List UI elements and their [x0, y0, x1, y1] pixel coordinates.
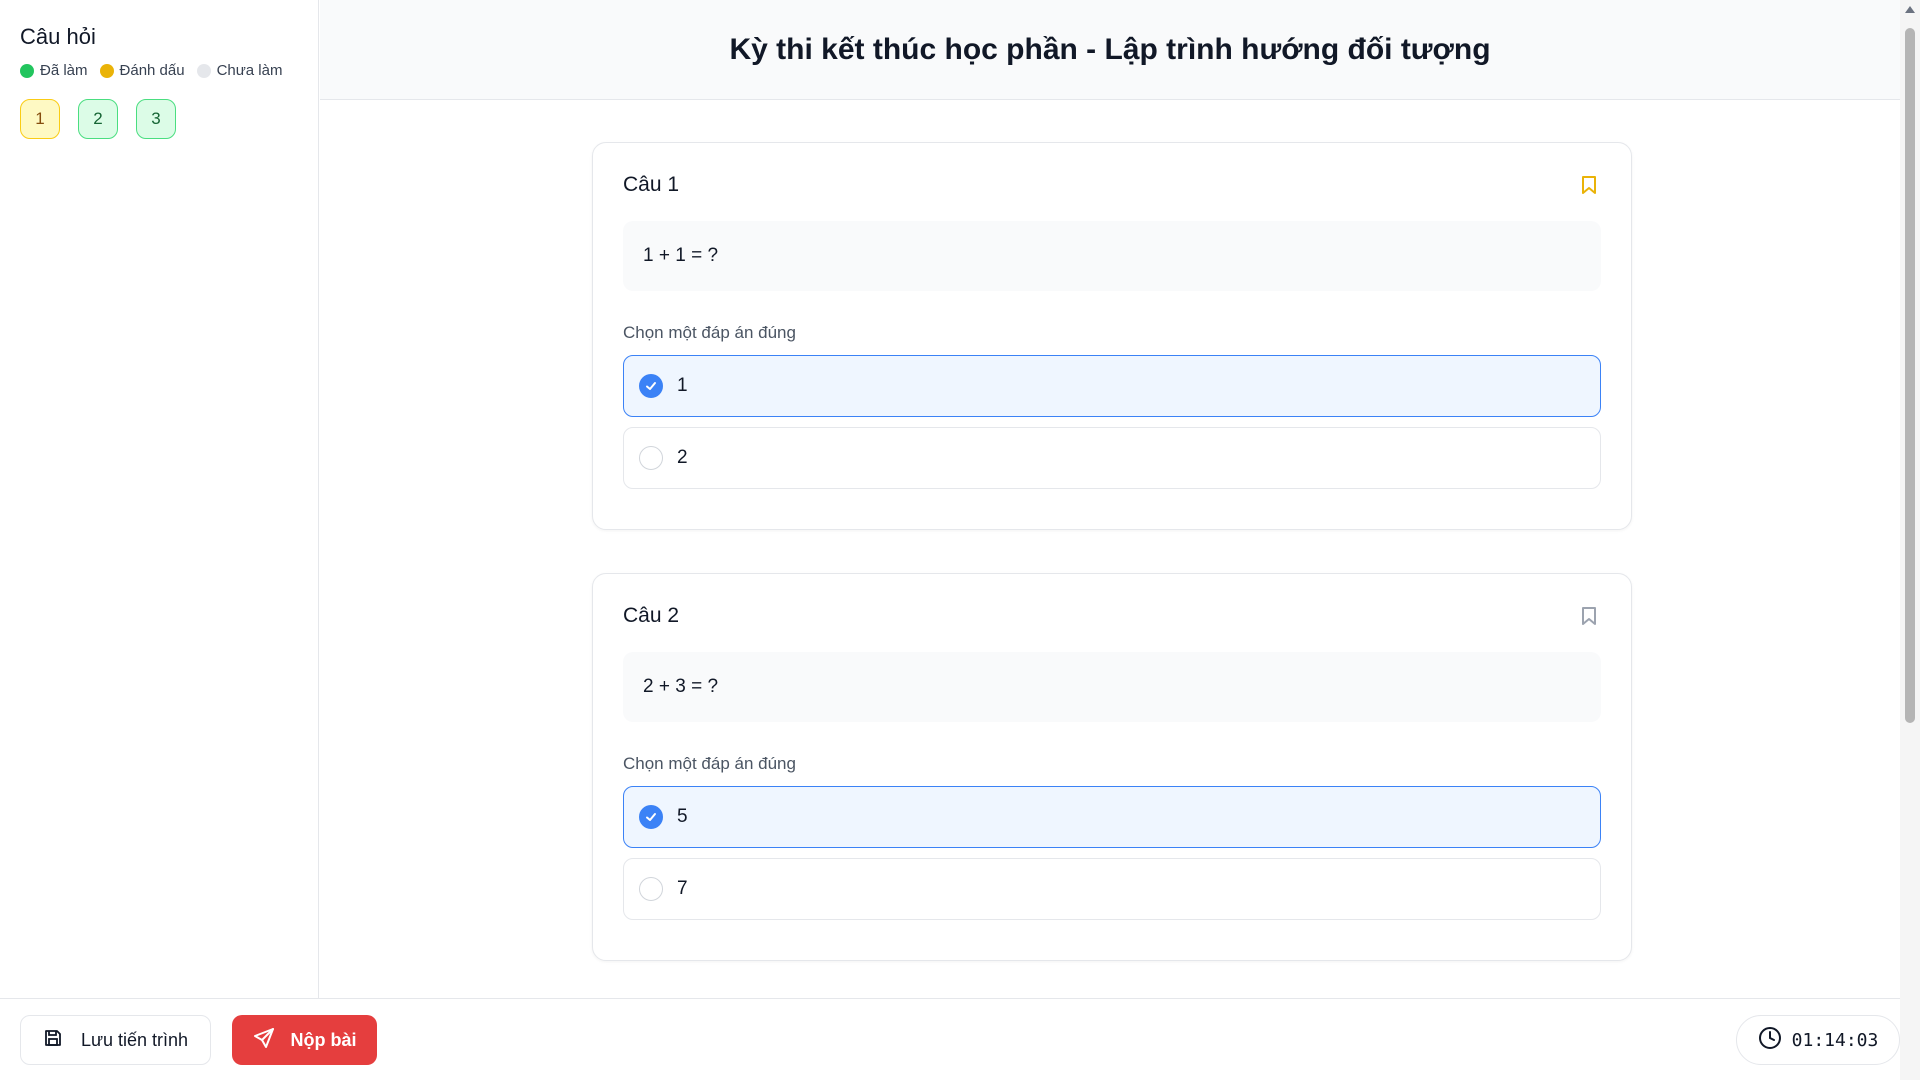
legend-marked-label: Đánh dấu	[119, 62, 185, 79]
question-title: Câu 2	[623, 604, 680, 627]
question-title: Câu 1	[623, 173, 680, 196]
answer-option-label: 7	[677, 878, 688, 899]
radio-checked-icon	[639, 805, 663, 829]
question-card-2: Câu 2 2 + 3 = ? Chọn một đáp án đúng 5 7	[592, 573, 1632, 961]
page-scrollbar[interactable]	[1900, 0, 1920, 1080]
question-navigator: 1 2 3	[20, 99, 298, 139]
submit-label: Nộp bài	[290, 1029, 357, 1050]
answer-option-label: 5	[677, 806, 688, 827]
green-dot-icon	[20, 63, 34, 78]
answer-instruction: Chọn một đáp án đúng	[623, 323, 796, 342]
question-nav-button-3[interactable]: 3	[136, 99, 176, 139]
save-icon	[43, 1028, 63, 1053]
legend-done-label: Đã làm	[40, 62, 88, 79]
scroll-up-arrow-icon[interactable]	[1905, 6, 1915, 13]
answer-option[interactable]: 2	[623, 427, 1601, 489]
bookmark-icon[interactable]	[1577, 604, 1601, 628]
action-bar: Lưu tiến trình Nộp bài 01:14:03	[0, 998, 1900, 1080]
send-icon	[253, 1027, 275, 1054]
countdown-timer: 01:14:03	[1736, 1015, 1900, 1065]
answer-option-label: 1	[677, 375, 688, 396]
radio-unchecked-icon	[639, 446, 663, 470]
question-list: Câu 1 1 + 1 = ? Chọn một đáp án đúng 1 2…	[320, 100, 1900, 998]
answer-option[interactable]: 1	[623, 355, 1601, 417]
sidebar-title: Câu hỏi	[20, 24, 96, 49]
radio-checked-icon	[639, 374, 663, 398]
scrollbar-thumb[interactable]	[1905, 28, 1915, 723]
timer-value: 01:14:03	[1791, 1029, 1879, 1051]
answer-option[interactable]: 5	[623, 786, 1601, 848]
question-text: 2 + 3 = ?	[623, 652, 1601, 722]
clock-icon	[1758, 1026, 1782, 1055]
answer-instruction: Chọn một đáp án đúng	[623, 754, 796, 773]
legend-marked: Đánh dấu	[99, 62, 185, 79]
page-title: Kỳ thi kết thúc học phần - Lập trình hướ…	[729, 32, 1491, 66]
radio-unchecked-icon	[639, 877, 663, 901]
question-text: 1 + 1 = ?	[623, 221, 1601, 291]
yellow-dot-icon	[99, 63, 114, 78]
status-legend: Đã làm Đánh dấu Chưa làm	[20, 62, 298, 79]
legend-unanswered: Chưa làm	[196, 62, 283, 79]
question-card-1: Câu 1 1 + 1 = ? Chọn một đáp án đúng 1 2	[592, 142, 1632, 530]
page-header: Kỳ thi kết thúc học phần - Lập trình hướ…	[320, 0, 1900, 100]
answer-option-label: 2	[677, 447, 688, 468]
answer-option[interactable]: 7	[623, 858, 1601, 920]
question-nav-button-1[interactable]: 1	[20, 99, 60, 139]
legend-done: Đã làm	[20, 62, 88, 79]
sidebar: Câu hỏi Đã làm Đánh dấu Chưa làm 1 2 3	[0, 0, 319, 998]
legend-unanswered-label: Chưa làm	[216, 62, 283, 79]
gray-dot-icon	[196, 63, 211, 78]
save-progress-button[interactable]: Lưu tiến trình	[20, 1015, 211, 1065]
question-nav-button-2[interactable]: 2	[78, 99, 118, 139]
submit-button[interactable]: Nộp bài	[232, 1015, 377, 1065]
save-progress-label: Lưu tiến trình	[80, 1029, 189, 1050]
bookmark-icon[interactable]	[1577, 173, 1601, 197]
